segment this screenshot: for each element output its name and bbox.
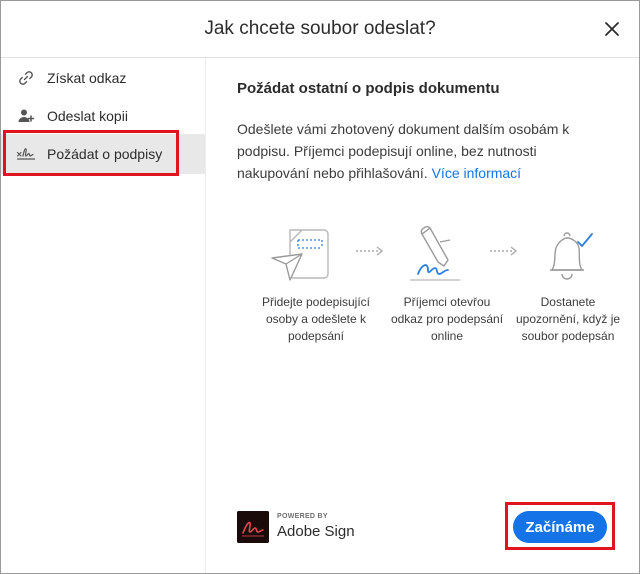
sidebar-item-get-link[interactable]: Získat odkaz: [1, 58, 205, 98]
dialog-titlebar: Jak chcete soubor odeslat?: [1, 1, 639, 58]
step-2-text: Příjemci otevřou odkaz pro podepsání onl…: [390, 295, 504, 343]
close-button[interactable]: [601, 18, 623, 40]
bell-check-icon: [542, 230, 596, 289]
section-heading: Požádat ostatní o podpis dokumentu: [237, 80, 500, 97]
dotted-arrow-icon: [489, 244, 519, 262]
sidebar-item-label: Požádat o podpisy: [47, 146, 163, 162]
sidebar-item-request-signatures[interactable]: Požádat o podpisy: [1, 134, 205, 174]
link-icon: [15, 67, 37, 89]
main-panel: Požádat ostatní o podpis dokumentu Odešl…: [206, 58, 639, 573]
signature-icon: [15, 143, 37, 165]
send-document-icon: [268, 224, 336, 289]
adobe-sign-logo: [237, 511, 269, 543]
brand-name: Adobe Sign: [277, 523, 355, 540]
sidebar-item-label: Získat odkaz: [47, 70, 127, 86]
sidebar-item-send-copy[interactable]: Odeslat kopii: [1, 96, 205, 136]
step-3-text: Dostanete upozornění, když je soubor pod…: [515, 295, 621, 343]
close-icon: [605, 22, 619, 36]
section-description: Odešlete vámi zhotovený dokument dalším …: [237, 118, 612, 184]
add-person-icon: [15, 105, 37, 127]
dialog-title: Jak chcete soubor odeslat?: [204, 18, 436, 39]
dotted-arrow-icon: [355, 244, 385, 262]
powered-by-label: POWERED BY: [277, 513, 328, 520]
step-1-text: Přidejte podepisující osoby a odešlete k…: [261, 295, 371, 343]
more-info-link[interactable]: Více informací: [432, 165, 521, 181]
send-file-dialog: Jak chcete soubor odeslat? Získat odkaz: [0, 0, 640, 574]
sign-pen-icon: [404, 222, 470, 291]
sidebar: Získat odkaz Odeslat kopii Požádat o pod…: [1, 58, 206, 573]
start-button[interactable]: Začínáme: [513, 511, 607, 543]
sidebar-item-label: Odeslat kopii: [47, 108, 128, 124]
